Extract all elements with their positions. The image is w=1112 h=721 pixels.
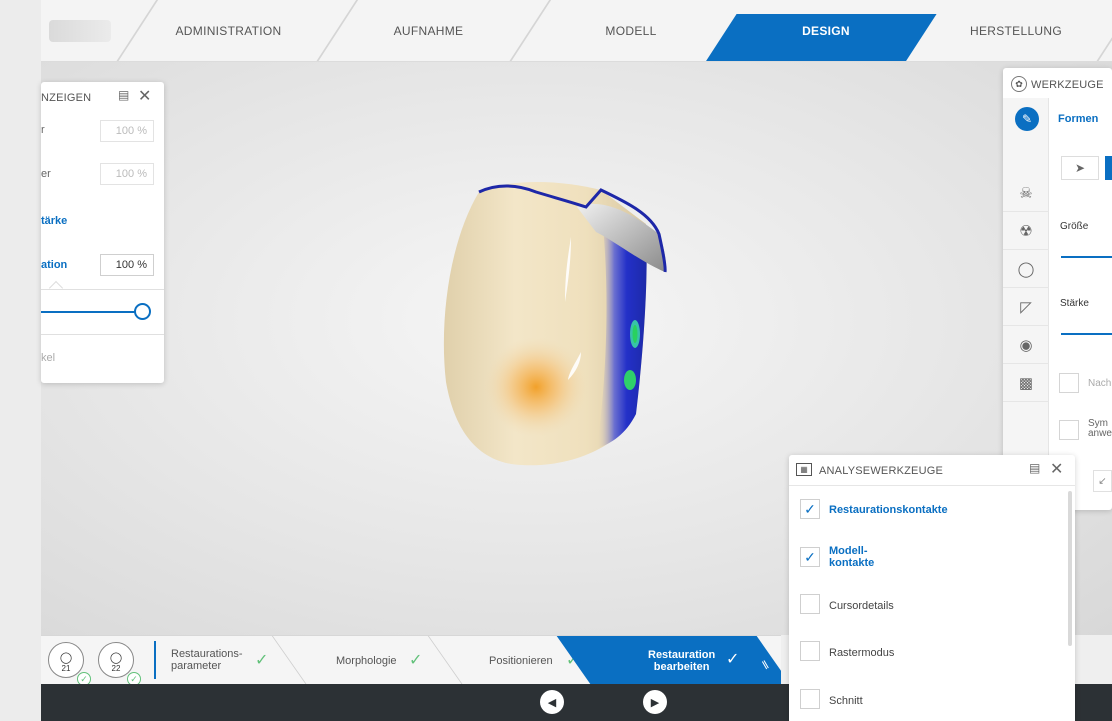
select-tool-button[interactable]: ➤ — [1061, 156, 1099, 180]
step-separator — [271, 636, 308, 684]
check-icon: ✓ — [409, 652, 423, 669]
tools-icon: ✿ — [1011, 76, 1027, 92]
step-morphologie[interactable]: Morphologie — [336, 655, 397, 667]
active-tool-button[interactable] — [1105, 156, 1112, 180]
restoration-contacts-checkbox[interactable]: ✓ — [800, 499, 820, 519]
display-panel: NZEIGEN ▤ ✕ r 100 % er 100 % tärke ation… — [41, 82, 164, 383]
divider — [789, 485, 1075, 486]
tab-aufnahme[interactable]: AUFNAHME — [341, 0, 516, 61]
anatomy-icon[interactable]: ◉ — [1003, 326, 1049, 364]
connector-icon[interactable]: ▩ — [1003, 364, 1049, 402]
display-value-input[interactable]: 100 % — [100, 120, 154, 142]
tools-panel-title: WERKZEUGE — [1031, 79, 1104, 91]
tools-rail: ☠ ☢ ◯ ◸ ◉ ▩ — [1003, 98, 1049, 510]
display-footer-label: kel — [41, 352, 56, 364]
restoration-value-input[interactable]: 100 % — [100, 254, 154, 276]
app-logo — [49, 20, 111, 42]
model-contacts-label: Modell- kontakte — [829, 545, 875, 569]
restoration-row-label: ation — [41, 259, 68, 271]
analysis-tools-panel: ▦ ANALYSEWERKZEUGE ▤ ✕ ✓ Restaurationsko… — [789, 455, 1075, 721]
step-restorationsparameter[interactable]: Restaurations- parameter — [171, 648, 243, 672]
option-checkbox[interactable] — [1059, 373, 1079, 393]
tab-herstellung[interactable]: HERSTELLUNG — [936, 0, 1096, 61]
divider — [41, 289, 164, 290]
step-separator — [427, 636, 464, 684]
step-positionieren[interactable]: Positionieren — [489, 655, 553, 667]
display-panel-title: NZEIGEN — [41, 92, 92, 104]
opacity-slider-track[interactable] — [41, 311, 136, 313]
cursor-details-label: Cursordetails — [829, 600, 894, 612]
check-icon: ✓ — [255, 652, 269, 669]
opacity-slider-handle[interactable] — [134, 303, 151, 320]
dock-icon[interactable]: ▤ — [1029, 461, 1040, 475]
tab-design[interactable]: DESIGN — [731, 0, 921, 61]
next-arrow-icon[interactable]: ▶ — [643, 690, 667, 714]
cursor-details-checkbox[interactable] — [800, 594, 820, 614]
selection-bracket — [148, 641, 156, 679]
analysis-panel-title: ANALYSEWERKZEUGE — [819, 465, 944, 477]
tooth-icon[interactable]: ☢ — [1003, 212, 1049, 250]
check-icon: ✓ — [726, 651, 740, 668]
strength-section-label: tärke — [41, 215, 68, 227]
model-contacts-checkbox[interactable]: ✓ — [800, 547, 820, 567]
option-label: Nach — [1088, 378, 1112, 389]
display-row-label: er — [41, 168, 51, 180]
tooth-pair-icon[interactable]: ☠ — [1003, 174, 1049, 212]
tab-administration[interactable]: ADMINISTRATION — [141, 0, 316, 61]
crown-icon[interactable]: ◯ — [1003, 250, 1049, 288]
left-margin — [0, 0, 41, 721]
symmetry-checkbox[interactable] — [1059, 420, 1079, 440]
wizard-bar: ◯ 21 ✓ ◯ 22 ✓ Restaurations- parameter ✓… — [41, 635, 781, 684]
mode-label: Formen — [1058, 113, 1099, 125]
grid-mode-label: Rastermodus — [829, 647, 895, 659]
previous-arrow-icon[interactable]: ◀ — [540, 690, 564, 714]
undo-icon[interactable]: ↙ — [1093, 470, 1112, 492]
tab-modell[interactable]: MODELL — [536, 0, 726, 61]
grid-mode-checkbox[interactable] — [800, 641, 820, 661]
tooth-outline-icon: ◯ — [109, 652, 123, 664]
tooth-22-check-icon: ✓ — [127, 672, 141, 684]
strength-slider[interactable] — [1061, 333, 1112, 335]
close-icon[interactable]: ✕ — [1050, 459, 1063, 479]
contact-icon[interactable]: ◸ — [1003, 288, 1049, 326]
tools-panel: ✿ WERKZEUGE ☠ ☢ ◯ ◸ ◉ ▩ ✎ Formen ➤ Größe… — [1003, 68, 1112, 510]
symmetry-label: Sym anwe — [1088, 418, 1112, 439]
display-value-input[interactable]: 100 % — [100, 163, 154, 185]
process-navigation: ADMINISTRATION AUFNAHME MODELL DESIGN HE… — [41, 0, 1112, 62]
section-checkbox[interactable] — [800, 689, 820, 709]
nav-separator — [1095, 0, 1112, 61]
dock-icon[interactable]: ▤ — [118, 88, 129, 102]
close-icon[interactable]: ✕ — [138, 86, 151, 106]
tooth-21-check-icon: ✓ — [77, 672, 91, 684]
divider — [41, 334, 164, 335]
display-row-label: r — [41, 124, 45, 136]
size-slider[interactable] — [1061, 256, 1112, 258]
shape-tool-icon[interactable]: ✎ — [1015, 107, 1039, 131]
tooth-outline-icon: ◯ — [59, 652, 73, 664]
analysis-scrollbar[interactable] — [1068, 491, 1072, 646]
strength-label: Stärke — [1060, 298, 1089, 309]
restoration-contacts-label: Restaurationskontakte — [829, 504, 948, 516]
section-label: Schnitt — [829, 695, 863, 707]
step-restauration-bearbeiten[interactable]: Restauration bearbeiten — [648, 649, 715, 673]
slider-pointer — [48, 280, 64, 296]
analysis-icon: ▦ — [796, 463, 812, 476]
size-label: Größe — [1060, 221, 1089, 232]
